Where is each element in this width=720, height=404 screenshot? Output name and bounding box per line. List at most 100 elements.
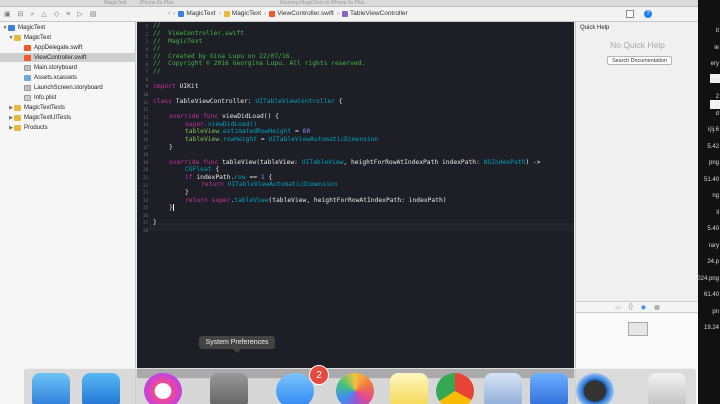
source-editor[interactable]: 1 2 3 4 5 6 7 8 9 10 11 12 13 14 15 16 17 18 19 20 21 22 23 24 2…: [137, 22, 574, 378]
folder-icon[interactable]: ▣: [4, 10, 11, 19]
chevron-right-icon: ›: [218, 10, 221, 17]
nav-item-file[interactable]: AppDelegate.swift: [0, 43, 136, 52]
object-library-icon[interactable]: ◉: [641, 304, 646, 311]
line-number: 16: [143, 137, 148, 143]
trash-icon[interactable]: [648, 373, 686, 404]
breadcrumb-symbol[interactable]: TableViewController: [342, 10, 408, 17]
code-line: import UIKit: [153, 83, 199, 90]
code-line: return super.tableView(tableView, height…: [185, 197, 447, 204]
nav-item-file-selected[interactable]: ViewController.swift: [0, 53, 136, 62]
chrome-icon[interactable]: [436, 373, 474, 404]
code-line: class TableViewController: UITableViewCo…: [153, 98, 343, 105]
swift-file-icon: [24, 54, 31, 61]
background-window-text: 51.40: [703, 176, 719, 183]
code-snippet-icon[interactable]: {}: [629, 304, 633, 310]
nav-item-group[interactable]: ▼ MagicText: [0, 33, 136, 42]
notes-icon[interactable]: [390, 373, 428, 404]
system-preferences-icon[interactable]: [210, 373, 248, 404]
swift-file-icon: [269, 10, 276, 17]
plist-icon: [24, 94, 31, 101]
preview-icon[interactable]: [484, 373, 522, 404]
scheme-label[interactable]: MagicText: [104, 0, 127, 6]
background-window-text: ie: [714, 44, 719, 51]
line-number: 26: [143, 212, 148, 218]
project-navigator: ▼ MagicText ▼ MagicText AppDelegate.swift …: [0, 22, 136, 404]
line-number: 8: [145, 76, 148, 82]
background-window-text: 5.40: [707, 226, 719, 232]
file-template-icon[interactable]: ▭: [615, 304, 621, 311]
test-icon[interactable]: ◇: [54, 10, 59, 19]
window-toolbar: MagicText iPhone 6s Plus Running MagicTe…: [0, 0, 698, 7]
chevron-right-icon: ›: [336, 10, 339, 17]
messages-icon[interactable]: [276, 373, 314, 404]
search-icon[interactable]: ⌕: [31, 10, 35, 19]
forward-arrow-icon[interactable]: ›: [173, 10, 175, 17]
xcode-window: MagicText iPhone 6s Plus Running MagicTe…: [0, 0, 698, 404]
itunes-icon[interactable]: [144, 373, 182, 404]
line-number: 9: [145, 84, 148, 90]
nav-item-file[interactable]: Assets.xcassets: [0, 73, 136, 82]
breadcrumb-group[interactable]: MagicText: [223, 10, 261, 17]
photos-icon[interactable]: [336, 373, 374, 404]
inspector-selector: ?: [626, 10, 652, 18]
quick-help-icon[interactable]: ?: [644, 10, 652, 18]
folder-icon: [14, 124, 21, 131]
line-number: 22: [143, 182, 148, 188]
jump-bar: ▣ ⊟ ⌕ △ ◇ ≡ ▷ ▤ ‹ › MagicText › MagicTex…: [0, 7, 698, 22]
code-line: override func tableView(tableView: UITab…: [169, 159, 541, 166]
nav-item-file[interactable]: Info.plist: [0, 93, 136, 102]
utilities-inspector: Quick Help No Quick Help Search Document…: [575, 22, 698, 404]
line-number: 5: [145, 54, 148, 60]
background-window-text: 19.24: [703, 325, 719, 331]
line-number: 10: [143, 91, 148, 97]
nav-item-file[interactable]: LaunchScreen.storyboard: [0, 83, 136, 92]
debug-icon[interactable]: ≡: [66, 10, 70, 19]
search-documentation-button[interactable]: Search Documentation: [607, 56, 672, 65]
folder-icon: [14, 34, 21, 41]
nav-item-project[interactable]: ▼ MagicText: [0, 23, 136, 32]
line-number: 6: [145, 61, 148, 67]
breadcrumb-project[interactable]: MagicText: [178, 10, 216, 17]
nav-item-group[interactable]: ▶ MagicTextTests: [0, 103, 136, 112]
text-cursor: [172, 204, 174, 211]
app-store-icon[interactable]: [530, 373, 568, 404]
warning-icon[interactable]: △: [41, 10, 46, 19]
symbol-icon[interactable]: ⊟: [18, 10, 24, 19]
breakpoint-icon[interactable]: ▷: [77, 10, 82, 19]
inspector-title: Quick Help: [580, 25, 610, 31]
line-number: 11: [143, 99, 148, 105]
report-icon[interactable]: ▤: [90, 10, 97, 19]
background-window-text: png: [708, 160, 719, 166]
code-line: tableView.estimatedRowHeight = 60: [185, 128, 311, 135]
line-number: 19: [143, 159, 148, 165]
line-number: 4: [145, 46, 148, 52]
code-line: }: [169, 204, 174, 212]
line-number: 18: [143, 152, 148, 158]
breadcrumb: ‹ › MagicText › MagicText › ViewControll…: [168, 10, 408, 17]
back-arrow-icon[interactable]: ‹: [168, 10, 170, 17]
background-window-text: 2: [715, 94, 719, 100]
nav-item-file[interactable]: Main.storyboard: [0, 63, 136, 72]
code-line: //: [153, 68, 161, 75]
folder-icon: [223, 10, 230, 17]
current-line-highlight: [149, 223, 574, 231]
line-number: 23: [143, 190, 148, 196]
quicktime-icon[interactable]: [576, 373, 614, 404]
line-number: 13: [143, 114, 148, 120]
background-window-text: 5.42: [707, 143, 719, 150]
nav-item-group[interactable]: ▶ Products: [0, 123, 136, 132]
breadcrumb-file[interactable]: ViewController.swift: [269, 10, 334, 17]
line-number: 27: [143, 220, 148, 226]
nav-item-group[interactable]: ▶ MagicTextUITests: [0, 113, 136, 122]
code-line: }: [185, 189, 189, 196]
media-library-icon[interactable]: ▦: [654, 304, 660, 311]
file-inspector-icon[interactable]: [626, 10, 634, 18]
code-line: return UITableViewAutomaticDimension: [201, 181, 338, 188]
project-icon: [8, 24, 15, 31]
finder-icon[interactable]: [32, 373, 70, 404]
background-window-text: i(ij.6: [707, 127, 719, 133]
dock-tooltip: System Preferences: [199, 336, 275, 349]
background-window-text: ery: [710, 61, 719, 67]
device-label[interactable]: iPhone 6s Plus: [140, 0, 173, 6]
xcode-icon[interactable]: [82, 373, 120, 404]
